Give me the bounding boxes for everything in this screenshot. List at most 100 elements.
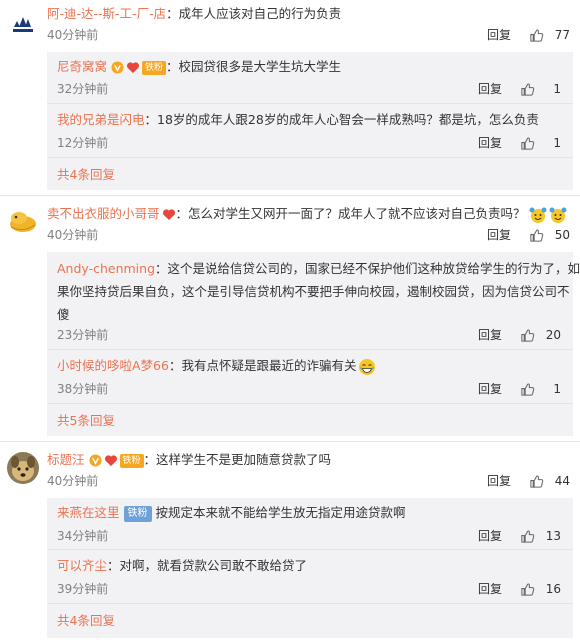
- reply-button[interactable]: 回复: [487, 26, 511, 44]
- thumbs-up-icon: [530, 28, 544, 42]
- comment-time: 40分钟前: [47, 28, 99, 42]
- reply-meta: 38分钟前 回复 1: [57, 380, 561, 398]
- reply-username[interactable]: 小时候的哆啦A梦66: [57, 358, 169, 373]
- laugh-emoji-icon: [359, 358, 376, 375]
- reply-time: 39分钟前: [57, 582, 109, 596]
- reply-time: 38分钟前: [57, 382, 109, 396]
- reply-actions: 回复 1: [478, 380, 561, 398]
- comment-time: 40分钟前: [47, 474, 99, 488]
- reply-body: 我的兄弟是闪电：18岁的成年人跟28岁的成年人心智会一样成熟吗？都是坑，怎么负责: [57, 109, 563, 131]
- comment-meta: 40分钟前 回复 44: [47, 472, 570, 490]
- more-replies-link[interactable]: 共4条回复: [57, 612, 115, 630]
- like-count: 1: [553, 82, 561, 96]
- reply-username[interactable]: 我的兄弟是闪电: [57, 112, 145, 127]
- like-button[interactable]: 16: [520, 580, 561, 598]
- reply-actions: 回复 20: [478, 326, 561, 344]
- comment-username[interactable]: 卖不出衣服的小哥哥: [47, 206, 160, 221]
- comment-meta: 40分钟前 回复 50: [47, 226, 570, 244]
- avatar[interactable]: [7, 452, 39, 484]
- like-button[interactable]: 13: [520, 527, 561, 545]
- reply-item: Andy-chenming：这个是说给信贷公司的，国家已经不保护他们这种放贷给学…: [47, 252, 580, 350]
- comment-actions: 回复 77: [487, 26, 570, 44]
- reply-body: 来燕在这里 铁粉 按规定本来就不能给学生放无指定用途贷款啊: [57, 502, 563, 524]
- comment-time: 40分钟前: [47, 228, 99, 242]
- reply-body: 小时候的哆啦A梦66：我有点怀疑是跟最近的诈骗有关: [57, 355, 563, 377]
- comment-body: 卖不出衣服的小哥哥 ：怎么对学生又网开一面了？成年人了就不应该对自己负责吗？: [47, 205, 570, 224]
- reply-body: Andy-chenming：这个是说给信贷公司的，国家已经不保护他们这种放贷给学…: [57, 257, 580, 326]
- reply-text: ：我有点怀疑是跟最近的诈骗有关: [168, 358, 357, 373]
- reply-time: 32分钟前: [57, 82, 109, 96]
- reply-button[interactable]: 回复: [478, 580, 502, 598]
- comment-thread: 卖不出衣服的小哥哥 ：怎么对学生又网开一面了？成年人了就不应该对自己负责吗？ 40…: [0, 196, 580, 442]
- reply-text-line: 果你坚持贷后果自负，这个是引导信贷机构不要把手伸向校园，遏制校园贷，因为信贷公司…: [57, 284, 570, 299]
- iron-fan-badge: 铁粉: [123, 505, 152, 522]
- thumbs-up-icon: [521, 529, 535, 543]
- avatar[interactable]: [7, 204, 39, 236]
- reply-button[interactable]: 回复: [487, 472, 511, 490]
- reply-username[interactable]: 尼奇窝窝: [57, 59, 107, 74]
- reply-button[interactable]: 回复: [478, 380, 502, 398]
- reply-button[interactable]: 回复: [487, 226, 511, 244]
- comment-actions: 回复 50: [487, 226, 570, 244]
- like-button[interactable]: 44: [529, 472, 570, 490]
- like-button[interactable]: 1: [520, 134, 561, 152]
- reply-text: ：18岁的成年人跟28岁的成年人心智会一样成熟吗？都是坑，怎么负责: [144, 112, 539, 127]
- like-button[interactable]: 77: [529, 26, 570, 44]
- cheer-emoji-icon: [549, 207, 567, 223]
- reply-username[interactable]: 可以齐尘: [57, 558, 107, 573]
- heart-icon: [162, 209, 175, 220]
- reply-text-line: 傻: [57, 307, 70, 322]
- reply-time: 12分钟前: [57, 136, 109, 150]
- replies-panel: 来燕在这里 铁粉 按规定本来就不能给学生放无指定用途贷款啊 34分钟前 回复 13 …: [47, 498, 573, 638]
- reply-username[interactable]: 来燕在这里: [57, 505, 120, 520]
- adidas-logo-icon: [7, 6, 39, 38]
- reply-text: ：校园贷很多是大学生坑大学生: [166, 59, 342, 74]
- like-button[interactable]: 1: [520, 80, 561, 98]
- reply-button[interactable]: 回复: [478, 326, 502, 344]
- reply-actions: 回复 16: [478, 580, 561, 598]
- reply-item: 来燕在这里 铁粉 按规定本来就不能给学生放无指定用途贷款啊 34分钟前 回复 13: [47, 498, 573, 550]
- thumbs-up-icon: [521, 82, 535, 96]
- thumbs-up-icon: [521, 382, 535, 396]
- reply-body: 可以齐尘：对啊，就看贷款公司敢不敢给贷了: [57, 555, 563, 577]
- more-replies-link[interactable]: 共5条回复: [57, 412, 115, 430]
- comment-text: ：怎么对学生又网开一面了？成年人了就不应该对自己负责吗？: [175, 206, 526, 221]
- comment-username[interactable]: 标题汪: [47, 452, 85, 467]
- thumbs-up-icon: [530, 228, 544, 242]
- reply-button[interactable]: 回复: [478, 80, 502, 98]
- avatar[interactable]: [7, 6, 39, 38]
- comment-username[interactable]: 阿-迪-达--斯-工-厂-店: [47, 6, 166, 21]
- like-count: 44: [554, 474, 570, 488]
- like-button[interactable]: 50: [529, 226, 570, 244]
- like-count: 16: [545, 582, 561, 596]
- fan-badge: 铁粉: [142, 60, 167, 75]
- reply-item: 可以齐尘：对啊，就看贷款公司敢不敢给贷了 39分钟前 回复 16: [47, 550, 573, 604]
- like-count: 1: [553, 136, 561, 150]
- reply-time: 34分钟前: [57, 529, 109, 543]
- reply-time: 23分钟前: [57, 328, 109, 342]
- like-button[interactable]: 20: [520, 326, 561, 344]
- verified-v-icon: [88, 454, 102, 467]
- comment-thread: 标题汪 铁粉 ：这样学生不是更加随意贷款了吗 40分钟前 回复 44 来燕在这里铁…: [0, 442, 580, 640]
- cartoon-cat-avatar-icon: [7, 204, 39, 236]
- thumbs-up-icon: [521, 136, 535, 150]
- comment-thread: 阿-迪-达--斯-工-厂-店：成年人应该对自己的行为负责 40分钟前 回复 77…: [0, 0, 580, 196]
- comment-meta: 40分钟前 回复 77: [47, 26, 570, 44]
- more-replies-link[interactable]: 共4条回复: [57, 166, 115, 184]
- verified-v-icon: [111, 61, 124, 74]
- heart-icon: [104, 455, 117, 466]
- like-button[interactable]: 1: [520, 380, 561, 398]
- reply-actions: 回复 1: [478, 80, 561, 98]
- like-count: 13: [545, 529, 561, 543]
- reply-button[interactable]: 回复: [478, 527, 502, 545]
- reply-item: 尼奇窝窝 铁粉 ：校园贷很多是大学生坑大学生 32分钟前 回复 1: [47, 52, 573, 104]
- replies-panel: Andy-chenming：这个是说给信贷公司的，国家已经不保护他们这种放贷给学…: [47, 252, 580, 436]
- reply-meta: 32分钟前 回复 1: [57, 80, 561, 98]
- like-count: 1: [553, 382, 561, 396]
- reply-username[interactable]: Andy-chenming: [57, 261, 155, 276]
- comment-body: 标题汪 铁粉 ：这样学生不是更加随意贷款了吗: [47, 451, 570, 469]
- reply-text: ：对啊，就看贷款公司敢不敢给贷了: [107, 558, 308, 573]
- thumbs-up-icon: [530, 474, 544, 488]
- reply-button[interactable]: 回复: [478, 134, 502, 152]
- reply-item: 小时候的哆啦A梦66：我有点怀疑是跟最近的诈骗有关 38分钟前 回复 1: [47, 350, 573, 404]
